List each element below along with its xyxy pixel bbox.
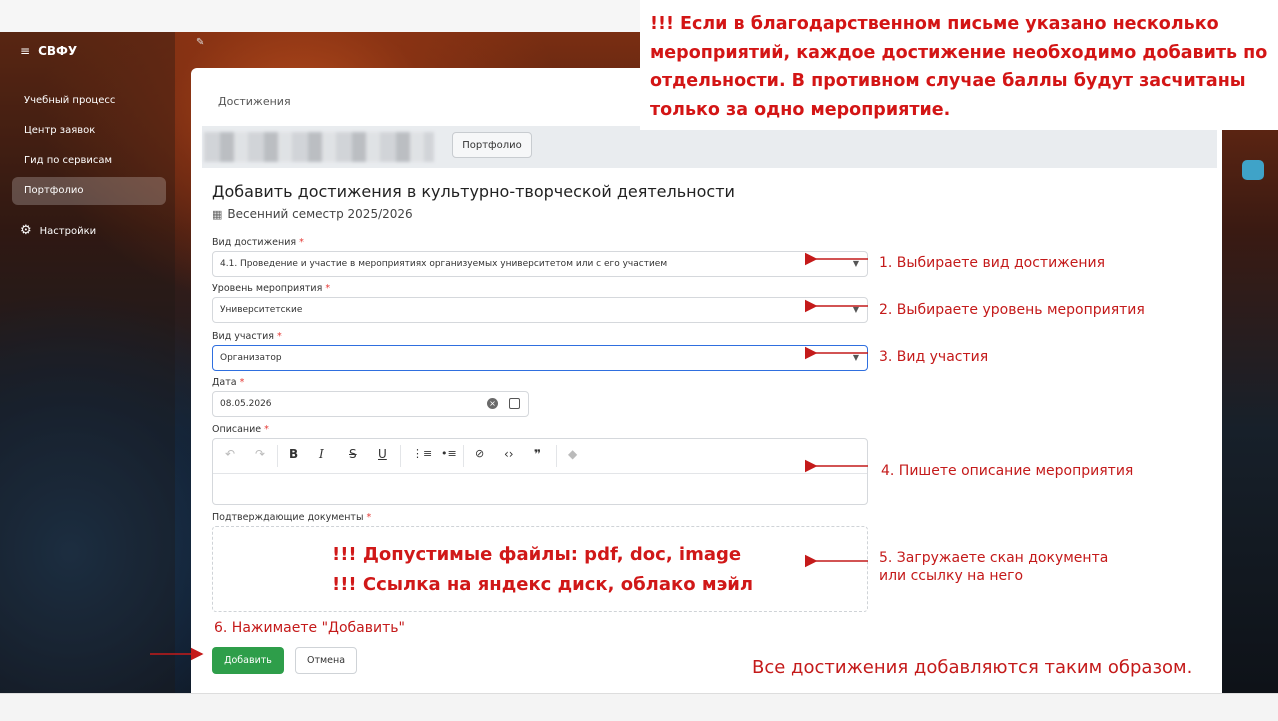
annotation-arrows <box>150 252 868 661</box>
